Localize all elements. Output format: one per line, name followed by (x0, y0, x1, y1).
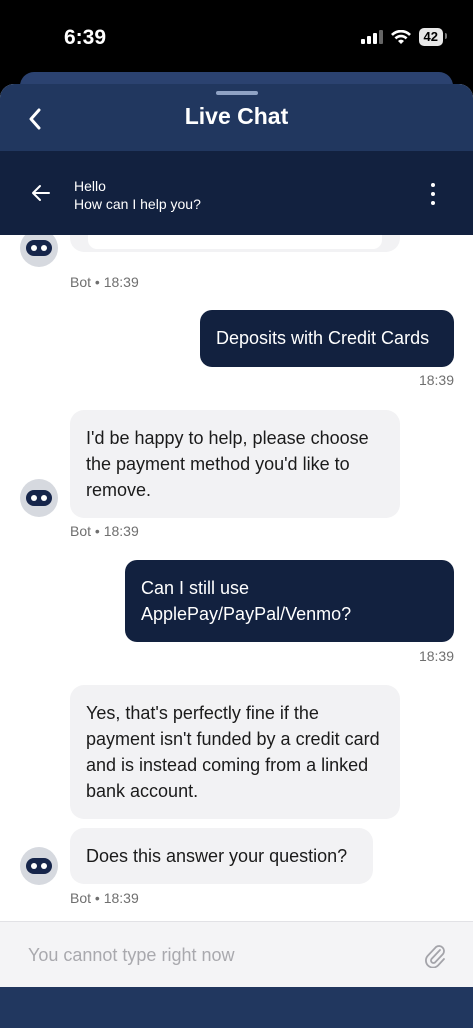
message-time: 18:39 (103, 274, 139, 290)
paperclip-icon[interactable] (423, 942, 447, 968)
user-message-bubble: Deposits with Credit Cards (200, 310, 454, 367)
composer (0, 921, 473, 987)
message-text: Can I still use ApplePay/PayPal/Venmo? (141, 578, 352, 624)
message-time: 18:39 (103, 523, 139, 539)
bot-avatar-icon (26, 240, 52, 256)
kebab-dot (431, 183, 435, 187)
message-text: Deposits with Credit Cards (216, 328, 430, 348)
meta-separator: • (94, 274, 100, 290)
message-meta: Bot • 18:39 (70, 274, 139, 290)
header: Live Chat (0, 84, 473, 151)
sub-back-button[interactable] (26, 179, 56, 207)
meta-separator: • (94, 523, 100, 539)
wifi-icon (390, 29, 411, 44)
chat-title: Hello (74, 178, 106, 194)
message-meta: Bot • 18:39 (70, 523, 139, 539)
signal-icon (360, 30, 383, 44)
chat-subtitle: How can I help you? (74, 196, 201, 212)
sheet-grabber[interactable] (216, 91, 258, 95)
message-text: Does this answer your question? (86, 846, 348, 866)
arrow-left-icon (32, 185, 50, 201)
message-input[interactable] (28, 940, 388, 970)
message-time: 18:39 (103, 890, 139, 906)
bot-message-bubble: Does this answer your question? (70, 828, 373, 884)
bot-message-bubble: I'd be happy to help, please choose the … (70, 410, 400, 518)
status-time: 6:39 (64, 26, 107, 49)
more-options-button[interactable] (423, 181, 443, 207)
message-list[interactable]: Bot • 18:39 Deposits with Credit Cards 1… (0, 235, 473, 921)
bot-avatar (20, 235, 58, 267)
quick-reply-button[interactable] (88, 235, 382, 249)
user-message-bubble: Can I still use ApplePay/PayPal/Venmo? (125, 560, 454, 642)
bot-message-bubble: Yes, that's perfectly fine if the paymen… (70, 685, 400, 819)
bot-avatar (20, 847, 58, 885)
message-time: 18:39 (418, 372, 454, 388)
bottom-bar (0, 987, 473, 1028)
sender-name: Bot (70, 890, 92, 906)
chat-sheet: Live Chat Hello How can I help you? Bot … (0, 84, 473, 1028)
status-icons: 42 (360, 28, 448, 46)
page-title: Live Chat (184, 103, 289, 129)
battery-indicator: 42 (418, 28, 448, 46)
bot-avatar-icon (26, 490, 52, 506)
sender-name: Bot (70, 523, 92, 539)
status-bar: 6:39 42 (0, 0, 473, 72)
message-time: 18:39 (418, 648, 454, 664)
bot-avatar-icon (26, 858, 52, 874)
kebab-dot (431, 201, 435, 205)
chat-subheader: Hello How can I help you? (0, 151, 473, 235)
kebab-dot (431, 192, 435, 196)
message-text: I'd be happy to help, please choose the … (86, 428, 369, 500)
bot-avatar (20, 479, 58, 517)
message-text: Yes, that's perfectly fine if the paymen… (86, 703, 380, 801)
message-meta: Bot • 18:39 (70, 890, 139, 906)
meta-separator: • (94, 890, 100, 906)
sender-name: Bot (70, 274, 92, 290)
